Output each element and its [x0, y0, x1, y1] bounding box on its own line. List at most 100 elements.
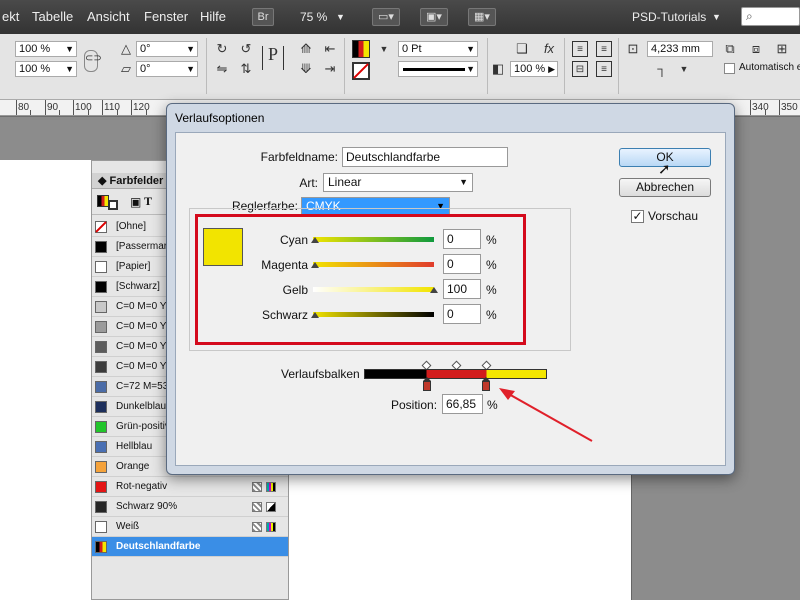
ruler-tick-label: 80 — [18, 102, 29, 113]
list-item[interactable]: Schwarz 90% — [92, 497, 288, 517]
black-slider[interactable] — [313, 312, 434, 317]
list-item-selected[interactable]: Deutschlandfarbe — [92, 537, 288, 557]
center-content-icon[interactable]: ⊞ — [774, 41, 790, 57]
menu-item-view[interactable]: Ansicht — [87, 9, 130, 24]
distribute-icon[interactable]: ⊟ — [572, 61, 588, 77]
effects-fx-icon[interactable]: fx — [541, 41, 557, 57]
stroke-swatch-icon[interactable] — [108, 200, 118, 210]
stroke-type-field[interactable]: ▼ — [398, 61, 478, 77]
type-select-value: Linear — [328, 175, 361, 189]
ruler-tick-label: 340 — [752, 102, 769, 113]
link-constrain-icon[interactable]: ⊂⊃ — [84, 50, 98, 72]
align-left-icon[interactable]: ≡ — [572, 41, 588, 57]
swatch-label: Deutschlandfarbe — [116, 537, 200, 556]
mouse-cursor-icon: ➚ — [658, 160, 671, 178]
select-container-icon[interactable]: ⟰ — [298, 41, 314, 57]
select-content-icon[interactable]: ⟱ — [298, 61, 314, 77]
cyan-slider[interactable] — [313, 237, 434, 242]
corner-shape-icon[interactable]: ┐ — [650, 61, 674, 77]
zoom-level[interactable]: 75 % — [300, 10, 327, 24]
rotate-ccw-icon[interactable]: ↺ — [238, 41, 254, 57]
rotate-field[interactable]: 0°▼ — [136, 41, 198, 57]
black-input[interactable]: 0 — [443, 304, 481, 324]
magenta-input[interactable]: 0 — [443, 254, 481, 274]
scale-x-field[interactable]: 100 %▼ — [15, 41, 77, 57]
stroke-weight-field[interactable]: 0 Pt▼ — [398, 41, 478, 57]
rotate-cw-icon[interactable]: ↻ — [214, 41, 230, 57]
list-item[interactable]: Rot-negativ — [92, 477, 288, 497]
workspace-switcher[interactable]: PSD-Tutorials — [632, 10, 706, 24]
cyan-input[interactable]: 0 — [443, 229, 481, 249]
cmyk-icon — [266, 522, 276, 532]
cancel-button[interactable]: Abbrechen — [619, 178, 711, 197]
text-format-icon[interactable]: T — [144, 194, 152, 209]
percent-unit: % — [486, 258, 497, 272]
autofit-checkbox[interactable] — [724, 63, 735, 74]
magenta-slider-thumb[interactable] — [311, 262, 319, 268]
swatch-label: [Ohne] — [116, 217, 146, 236]
shear-field[interactable]: 0°▼ — [136, 61, 198, 77]
arrange-documents-icon[interactable]: ▦▾ — [468, 8, 496, 26]
position-input[interactable]: 66,85 — [442, 394, 483, 414]
fill-swatch[interactable] — [352, 40, 370, 58]
gradient-swatch-chip — [95, 541, 107, 553]
width-field[interactable]: 4,233 mm — [647, 41, 713, 57]
swatch-chip — [95, 461, 107, 473]
magenta-slider[interactable] — [313, 262, 434, 267]
reference-point-icon[interactable]: P — [262, 46, 284, 70]
align-right-icon[interactable]: ≡ — [596, 61, 612, 77]
fit-frame-content-icon[interactable]: ⧈ — [748, 41, 764, 57]
stroke-swatch[interactable] — [352, 62, 370, 80]
drop-shadow-icon[interactable]: ❑ — [514, 41, 530, 57]
chevron-down-icon[interactable]: ▼ — [712, 12, 721, 22]
yellow-slider-thumb[interactable] — [430, 287, 438, 293]
select-next-icon[interactable]: ⇥ — [322, 61, 338, 77]
opacity-field[interactable]: 100 %▶ — [510, 61, 558, 77]
chevron-down-icon[interactable]: ▼ — [676, 61, 692, 77]
bridge-button[interactable]: Br — [252, 8, 274, 26]
menu-item-edit[interactable]: ekt — [2, 9, 19, 24]
cyan-label: Cyan — [250, 233, 308, 247]
list-item[interactable]: Weiß — [92, 517, 288, 537]
black-slider-thumb[interactable] — [311, 312, 319, 318]
swatch-label: C=72 M=53 — [116, 377, 168, 396]
cyan-slider-thumb[interactable] — [311, 237, 319, 243]
swatch-label: C=0 M=0 Y — [116, 337, 166, 356]
chevron-down-icon[interactable]: ▼ — [336, 12, 345, 22]
menu-item-help[interactable]: Hilfe — [200, 9, 226, 24]
align-center-icon[interactable]: ≡ — [596, 41, 612, 57]
swatch-chip — [95, 481, 107, 493]
swatch-label: Weiß — [116, 517, 139, 536]
yellow-input[interactable]: 100 — [443, 279, 481, 299]
fit-content-frame-icon[interactable]: ⧉ — [722, 41, 738, 57]
process-color-icon — [252, 502, 262, 512]
panel-collapse-icon[interactable]: ◆ — [98, 175, 110, 187]
preview-checkbox[interactable]: ✓ — [631, 210, 644, 223]
gradient-stop-selected[interactable] — [482, 381, 490, 391]
yellow-slider[interactable] — [313, 287, 434, 292]
flip-horizontal-icon[interactable]: ⇋ — [214, 61, 230, 77]
swatch-none-icon — [95, 221, 107, 233]
magenta-label: Magenta — [250, 258, 308, 272]
type-select[interactable]: Linear▼ — [323, 173, 473, 192]
gradient-stop-red[interactable] — [423, 381, 431, 391]
chevron-down-icon[interactable]: ▼ — [376, 41, 392, 57]
percent-unit: % — [486, 308, 497, 322]
select-previous-icon[interactable]: ⇤ — [322, 41, 338, 57]
view-options-icon[interactable]: ▭▾ — [372, 8, 400, 26]
screen-mode-icon[interactable]: ▣▾ — [420, 8, 448, 26]
swatch-name-input[interactable]: Deutschlandfarbe — [342, 147, 508, 167]
flip-vertical-icon[interactable]: ⇅ — [238, 61, 254, 77]
container-format-icon[interactable]: ▣ — [130, 195, 141, 209]
scale-y-field[interactable]: 100 %▼ — [15, 61, 77, 77]
swatch-label: Schwarz 90% — [116, 497, 177, 516]
process-color-icon — [252, 522, 262, 532]
search-input[interactable]: ⌕ — [741, 7, 800, 26]
black-label: Schwarz — [250, 308, 308, 322]
menu-item-table[interactable]: Tabelle — [32, 9, 73, 24]
gradient-ramp[interactable] — [364, 369, 547, 379]
swatch-label: Hellblau — [116, 437, 152, 456]
ruler-tick-label: 100 — [75, 102, 92, 113]
swatch-label: Grün-positiv — [116, 417, 170, 436]
menu-item-window[interactable]: Fenster — [144, 9, 188, 24]
